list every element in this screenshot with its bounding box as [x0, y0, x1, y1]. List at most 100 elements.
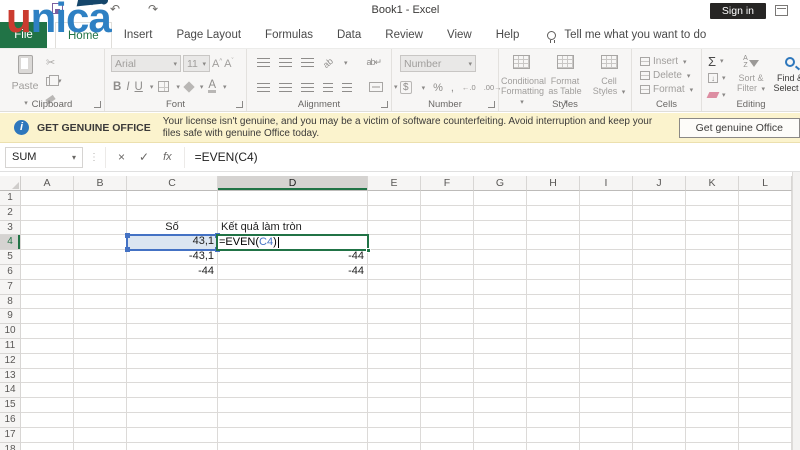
cell-E4[interactable]	[368, 235, 421, 251]
accounting-format-icon[interactable]: $	[400, 81, 412, 94]
cell-D14[interactable]	[218, 383, 368, 399]
tab-review[interactable]: Review	[373, 22, 435, 48]
cell-F14[interactable]	[421, 383, 474, 399]
cell-C1[interactable]	[127, 191, 218, 206]
cell-I1[interactable]	[580, 191, 633, 206]
cell-L4[interactable]	[739, 235, 792, 251]
cell-C7[interactable]	[127, 279, 218, 295]
cell-H11[interactable]	[527, 338, 580, 354]
cell-G2[interactable]	[474, 205, 527, 221]
cell-I2[interactable]	[580, 205, 633, 221]
cell-B18[interactable]	[74, 442, 127, 450]
increase-decimal-icon[interactable]: ←.0	[462, 83, 476, 92]
cell-A7[interactable]	[21, 279, 74, 295]
cell-J15[interactable]	[633, 398, 686, 413]
enter-icon[interactable]: ✓	[139, 150, 149, 164]
cell-J14[interactable]	[633, 383, 686, 399]
cell-D11[interactable]	[218, 338, 368, 354]
cell-H17[interactable]	[527, 427, 580, 443]
cell-F8[interactable]	[421, 294, 474, 310]
cell-C11[interactable]	[127, 338, 218, 354]
cell-D12[interactable]	[218, 353, 368, 369]
delete-cells-button[interactable]: Delete ▾	[640, 70, 701, 81]
cell-G5[interactable]	[474, 250, 527, 265]
cell-A4[interactable]	[21, 235, 74, 251]
cell-H5[interactable]	[527, 250, 580, 265]
cell-G9[interactable]	[474, 309, 527, 325]
cell-G12[interactable]	[474, 353, 527, 369]
cell-B3[interactable]	[74, 220, 127, 236]
cell-F13[interactable]	[421, 368, 474, 384]
cell-I17[interactable]	[580, 427, 633, 443]
cell-K11[interactable]	[686, 338, 739, 354]
alignment-dialog-launcher-icon[interactable]	[381, 101, 388, 108]
cell-E2[interactable]	[368, 205, 421, 221]
cell-A14[interactable]	[21, 383, 74, 399]
get-genuine-office-button[interactable]: Get genuine Office	[678, 117, 800, 138]
cell-G10[interactable]	[474, 324, 527, 339]
cell-H1[interactable]	[527, 191, 580, 206]
column-header-F[interactable]: F	[421, 176, 474, 191]
cell-L13[interactable]	[739, 368, 792, 384]
row-header-11[interactable]: 11	[0, 338, 21, 354]
cell-E14[interactable]	[368, 383, 421, 399]
cell-L10[interactable]	[739, 324, 792, 339]
align-top-icon[interactable]	[257, 58, 270, 67]
cell-H14[interactable]	[527, 383, 580, 399]
cell-K6[interactable]	[686, 264, 739, 280]
cell-C8[interactable]	[127, 294, 218, 310]
font-color-button[interactable]: A	[208, 79, 217, 93]
percent-style-icon[interactable]: %	[433, 82, 443, 94]
column-header-A[interactable]: A	[21, 176, 74, 191]
row-header-4[interactable]: 4	[0, 235, 21, 251]
column-header-D[interactable]: D	[218, 176, 368, 191]
cell-B11[interactable]	[74, 338, 127, 354]
cell-F18[interactable]	[421, 442, 474, 450]
cell-K7[interactable]	[686, 279, 739, 295]
cell-L9[interactable]	[739, 309, 792, 325]
sign-in-button[interactable]: Sign in	[709, 3, 766, 19]
cell-H10[interactable]	[527, 324, 580, 339]
cell-I7[interactable]	[580, 279, 633, 295]
row-header-10[interactable]: 10	[0, 324, 21, 339]
cell-G17[interactable]	[474, 427, 527, 443]
find-select-button[interactable]: Find & Select ▾	[770, 54, 800, 95]
cell-K4[interactable]	[686, 235, 739, 251]
cell-E7[interactable]	[368, 279, 421, 295]
cell-A16[interactable]	[21, 412, 74, 428]
cell-J4[interactable]	[633, 235, 686, 251]
cell-C15[interactable]	[127, 398, 218, 413]
cell-E12[interactable]	[368, 353, 421, 369]
cell-E16[interactable]	[368, 412, 421, 428]
cell-E5[interactable]	[368, 250, 421, 265]
cell-H13[interactable]	[527, 368, 580, 384]
cell-K18[interactable]	[686, 442, 739, 450]
cell-B15[interactable]	[74, 398, 127, 413]
cell-J11[interactable]	[633, 338, 686, 354]
cell-C14[interactable]	[127, 383, 218, 399]
cell-G16[interactable]	[474, 412, 527, 428]
cell-I10[interactable]	[580, 324, 633, 339]
cell-J5[interactable]	[633, 250, 686, 265]
format-cells-button[interactable]: Format ▾	[640, 84, 701, 95]
cell-J17[interactable]	[633, 427, 686, 443]
cell-F16[interactable]	[421, 412, 474, 428]
cell-F3[interactable]	[421, 220, 474, 236]
cell-L1[interactable]	[739, 191, 792, 206]
cell-E9[interactable]	[368, 309, 421, 325]
select-all-corner[interactable]	[0, 176, 21, 191]
cell-F4[interactable]	[421, 235, 474, 251]
cell-D3[interactable]: Kết quả làm tròn	[218, 220, 368, 236]
cell-K10[interactable]	[686, 324, 739, 339]
decrease-indent-icon[interactable]	[323, 82, 333, 92]
cell-I3[interactable]	[580, 220, 633, 236]
cell-A17[interactable]	[21, 427, 74, 443]
cell-B2[interactable]	[74, 205, 127, 221]
cell-B9[interactable]	[74, 309, 127, 325]
tab-data[interactable]: Data	[325, 22, 373, 48]
cell-L16[interactable]	[739, 412, 792, 428]
cell-D13[interactable]	[218, 368, 368, 384]
underline-button[interactable]: U	[135, 81, 143, 93]
number-format-select[interactable]: Number ▾	[400, 55, 476, 72]
decrease-font-size-button[interactable]: Aˇ	[224, 58, 233, 70]
